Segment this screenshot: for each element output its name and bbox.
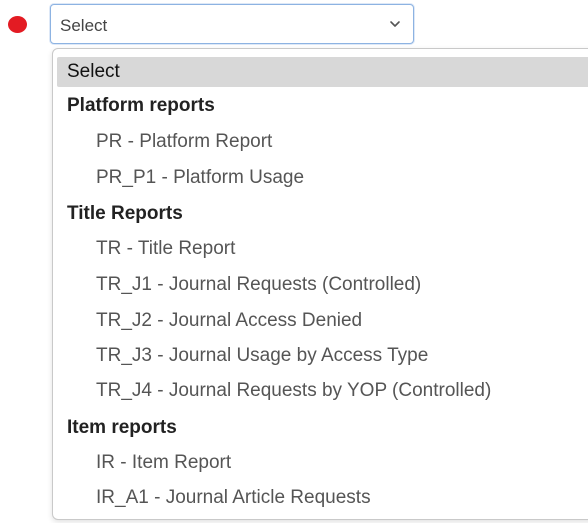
chevron-down-icon xyxy=(390,21,400,27)
option-tr-j1[interactable]: TR_J1 - Journal Requests (Controlled) xyxy=(57,270,588,300)
option-tr[interactable]: TR - Title Report xyxy=(57,234,588,264)
option-tr-j3[interactable]: TR_J3 - Journal Usage by Access Type xyxy=(57,341,588,371)
option-select[interactable]: Select xyxy=(57,57,588,87)
select-value: Select xyxy=(60,16,108,35)
group-title-reports: Title Reports xyxy=(67,203,183,224)
option-tr-j4[interactable]: TR_J4 - Journal Requests by YOP (Control… xyxy=(57,376,588,406)
option-pr-p1[interactable]: PR_P1 - Platform Usage xyxy=(57,163,588,193)
group-platform-reports: Platform reports xyxy=(67,95,215,116)
report-select[interactable]: Select xyxy=(50,4,414,44)
required-indicator xyxy=(8,16,27,33)
option-ir-a1[interactable]: IR_A1 - Journal Article Requests xyxy=(57,483,588,513)
option-ir[interactable]: IR - Item Report xyxy=(57,448,588,478)
group-item-reports: Item reports xyxy=(67,417,177,438)
option-tr-j2[interactable]: TR_J2 - Journal Access Denied xyxy=(57,306,588,336)
option-pr[interactable]: PR - Platform Report xyxy=(57,127,588,157)
report-dropdown-list: Select Platform reports PR - Platform Re… xyxy=(52,48,588,520)
